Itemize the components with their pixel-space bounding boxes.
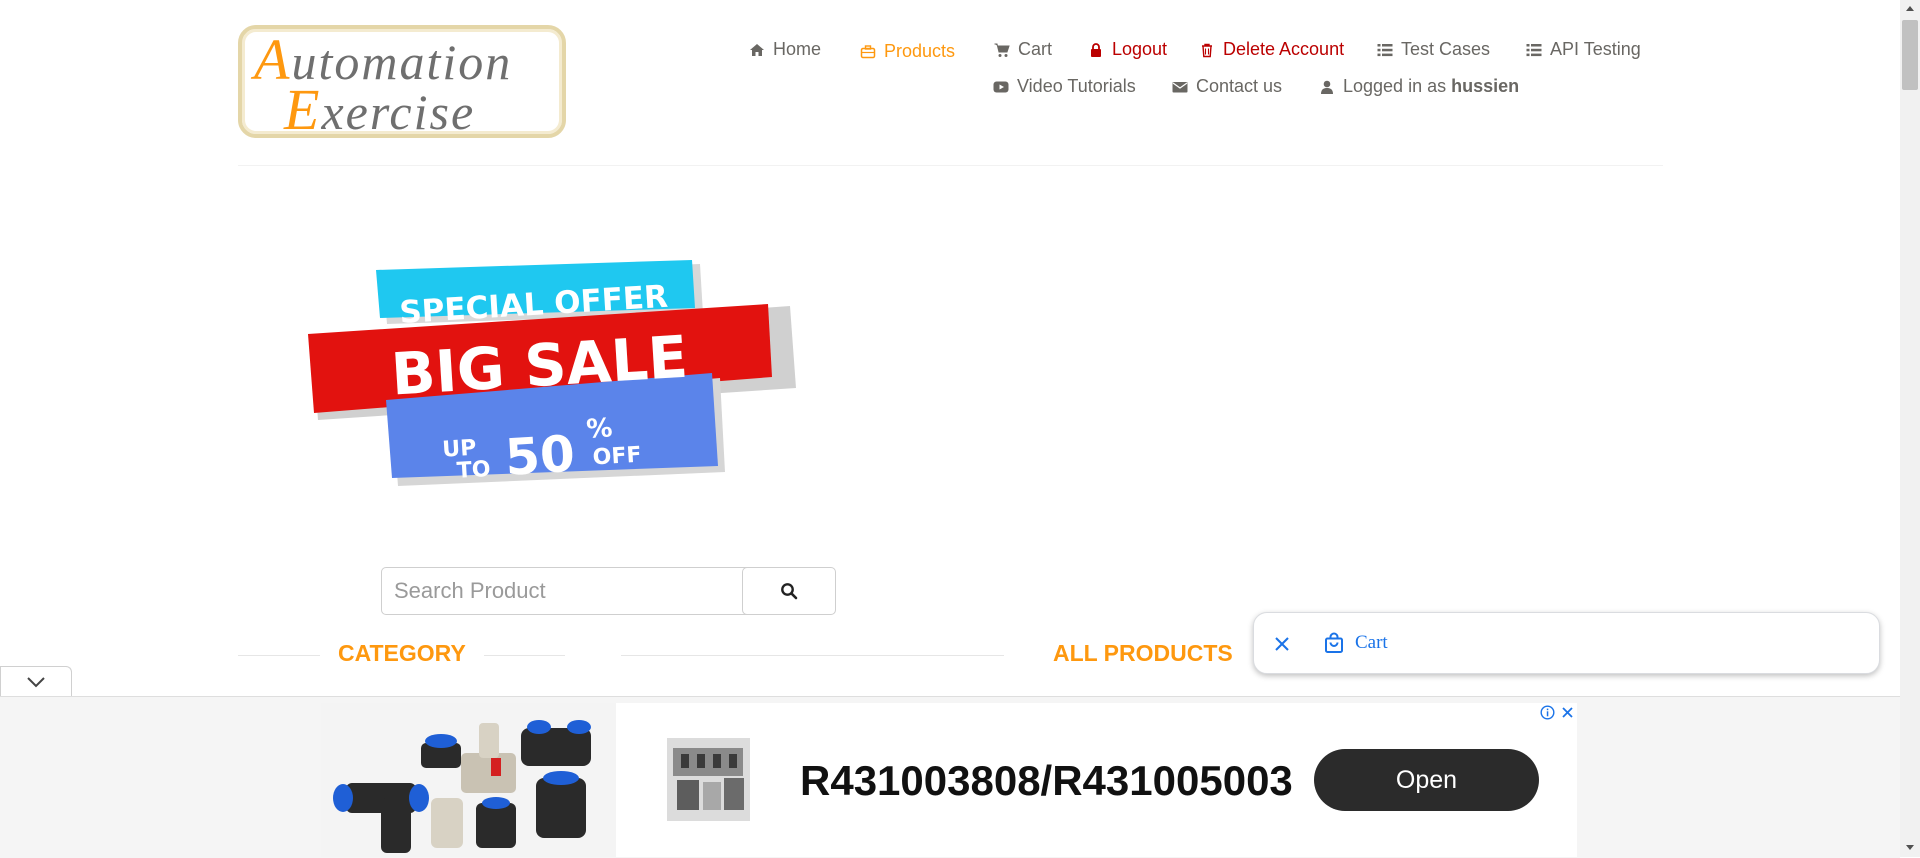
banner-to: TO <box>456 457 491 484</box>
banner-percent-value: 50 <box>503 425 576 487</box>
products-rule-left <box>621 655 1004 656</box>
nav-delete-account-label: Delete Account <box>1223 39 1345 59</box>
nav-test-cases[interactable]: Test Cases <box>1377 39 1490 60</box>
logged-in-username: hussien <box>1451 76 1520 96</box>
floating-cart-bar <box>1253 612 1880 674</box>
category-heading: CATEGORY <box>320 640 484 667</box>
nav-home[interactable]: Home <box>749 39 821 60</box>
all-products-heading: ALL PRODUCTS <box>1053 640 1233 666</box>
ad-close-icon[interactable] <box>1561 706 1574 719</box>
shopping-bag-icon[interactable] <box>1323 632 1345 654</box>
search-input[interactable] <box>381 567 754 615</box>
nav-products-label: Products <box>884 41 956 61</box>
ad-title[interactable]: R431003808/R431005003 <box>800 757 1293 805</box>
search-button[interactable] <box>742 567 836 615</box>
banner-off: OFF <box>592 443 642 471</box>
trash-icon <box>1202 43 1212 57</box>
ad-product-image[interactable] <box>321 703 616 857</box>
nav-api-testing[interactable]: API Testing <box>1526 39 1641 60</box>
collapse-ad-button[interactable] <box>0 666 72 696</box>
shopping-cart-icon <box>994 43 1010 57</box>
nav-contact-us-label: Contact us <box>1196 76 1283 96</box>
nav-contact-us[interactable]: Contact us <box>1172 76 1282 97</box>
search-icon <box>781 583 798 600</box>
briefcase-icon <box>860 44 876 58</box>
user-icon <box>1321 80 1333 94</box>
logo-word-rest: utomation <box>291 34 513 90</box>
site-logo[interactable]: Automation Exercise <box>238 25 566 142</box>
nav-video-tutorials[interactable]: Video Tutorials <box>993 76 1136 97</box>
nav-products[interactable]: Products <box>860 41 955 62</box>
logo-word-rest-2: xercise <box>321 84 476 140</box>
page-scrollbar[interactable] <box>1900 0 1920 857</box>
logged-in-prefix: Logged in as <box>1343 76 1447 96</box>
nav-delete-account[interactable]: Delete Account <box>1199 39 1344 60</box>
home-icon <box>750 43 764 56</box>
close-icon[interactable] <box>1274 636 1290 652</box>
nav-api-testing-label: API Testing <box>1550 39 1641 59</box>
logo-line-exercise: Exercise <box>284 77 476 142</box>
ad-thumbnail[interactable] <box>667 738 750 821</box>
header-divider <box>238 165 1663 166</box>
scroll-up-arrow-icon[interactable] <box>1904 3 1916 13</box>
sale-banner: SPECIAL OFFER BIG SALE UP TO 50 % OFF <box>308 260 796 487</box>
envelope-icon <box>1172 81 1188 92</box>
nav-test-cases-label: Test Cases <box>1401 39 1491 59</box>
banner-percent-sign: % <box>585 413 613 445</box>
nav-logged-in-user: Logged in as hussien <box>1319 76 1519 97</box>
nav-logout[interactable]: Logout <box>1088 39 1167 60</box>
ad-open-button[interactable]: Open <box>1314 749 1539 811</box>
nav-cart[interactable]: Cart <box>994 39 1052 60</box>
lock-icon <box>1091 42 1101 57</box>
chevron-down-icon <box>27 676 45 687</box>
nav-home-label: Home <box>773 39 822 59</box>
youtube-play-icon <box>993 81 1009 92</box>
list-icon <box>1526 43 1542 56</box>
info-icon[interactable] <box>1540 705 1555 720</box>
floating-cart-label[interactable]: Cart <box>1355 632 1388 654</box>
scroll-down-arrow-icon[interactable] <box>1904 843 1916 853</box>
list-icon <box>1377 43 1393 56</box>
nav-video-tutorials-label: Video Tutorials <box>1017 76 1136 96</box>
nav-logout-label: Logout <box>1112 39 1168 59</box>
scrollbar-thumb[interactable] <box>1902 20 1918 90</box>
nav-cart-label: Cart <box>1018 39 1053 59</box>
